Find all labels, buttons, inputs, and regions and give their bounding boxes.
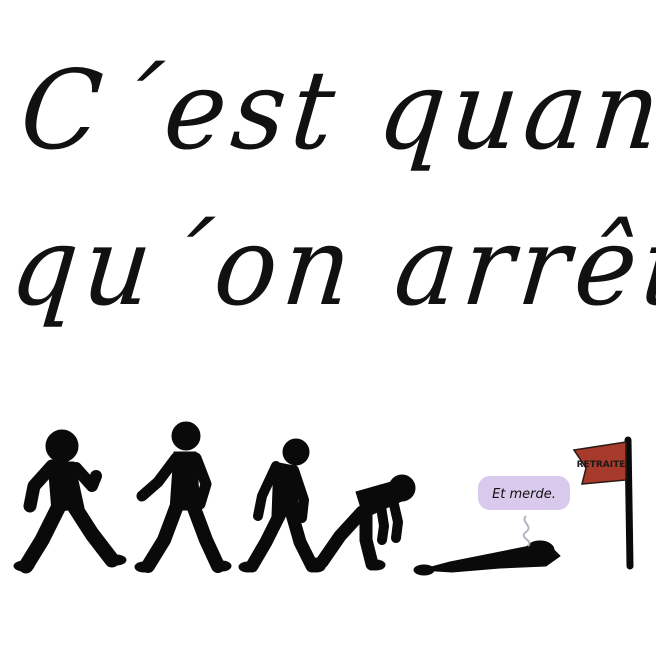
speech-bubble-text: Et merde. bbox=[492, 487, 556, 502]
figure-walking bbox=[134, 421, 232, 573]
evolution-scene: Et merde. RETRAITE bbox=[13, 421, 634, 576]
flag-pole bbox=[624, 436, 634, 570]
comic-canvas: C´est quand qu´on arrête ? bbox=[0, 0, 656, 656]
figure-lying-down bbox=[413, 540, 561, 576]
headline-line-1: C´est quand bbox=[15, 46, 656, 175]
figure-tired-walking bbox=[238, 438, 326, 573]
headline: C´est quand qu´on arrête ? bbox=[0, 0, 656, 400]
retirement-flag: RETRAITE bbox=[572, 436, 634, 570]
figure-running bbox=[13, 429, 127, 574]
flag-label: RETRAITE bbox=[577, 460, 626, 470]
speech-bubble-tail bbox=[522, 515, 531, 547]
figure-bent-over bbox=[308, 474, 416, 571]
speech-bubble: Et merde. bbox=[478, 476, 570, 510]
headline-line-2: qu´on arrête ? bbox=[5, 202, 656, 331]
